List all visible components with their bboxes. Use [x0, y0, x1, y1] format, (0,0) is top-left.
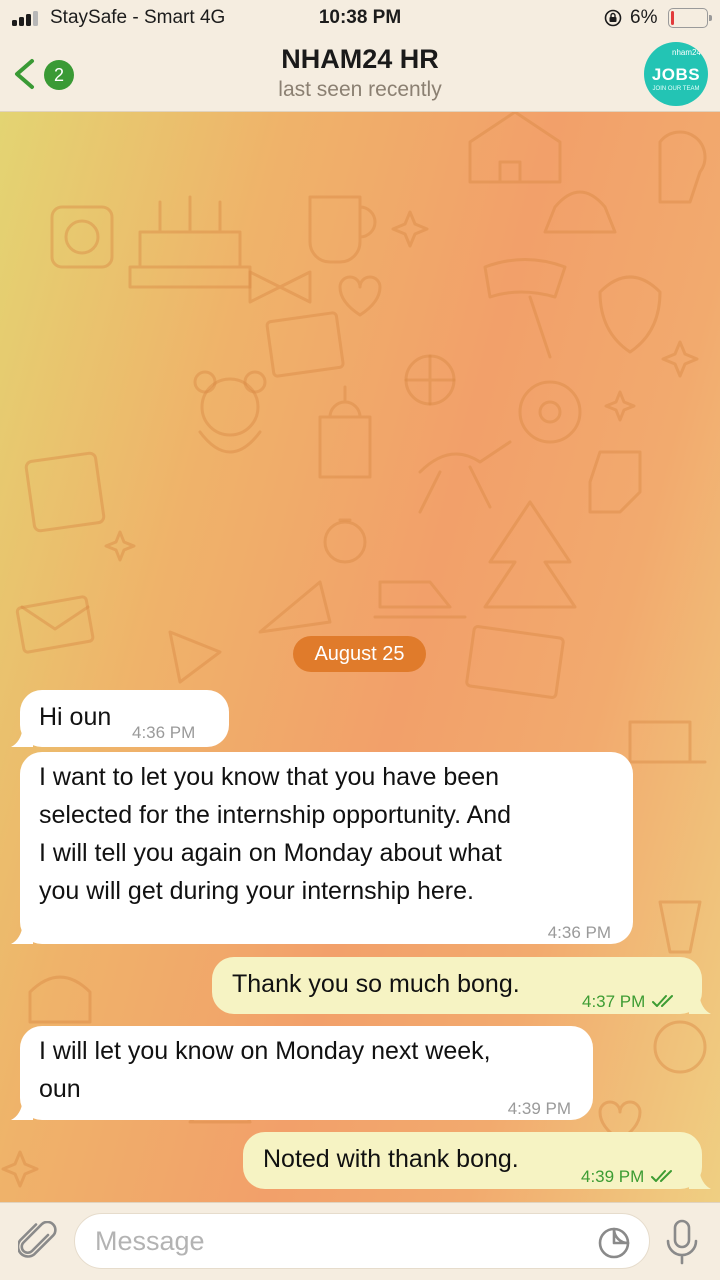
- avatar-subtext: JOIN OUR TEAM: [652, 86, 700, 92]
- message-input-bar: [0, 1202, 720, 1280]
- microphone-icon[interactable]: [664, 1219, 700, 1265]
- message-text-line: oun: [39, 1075, 81, 1103]
- message-text-line: you will get during your internship here…: [39, 877, 474, 905]
- outgoing-message[interactable]: Thank you so much bong. 4:37 PM: [212, 957, 711, 1014]
- double-check-icon: [651, 1170, 673, 1182]
- message-text-line: I want to let you know that you have bee…: [39, 763, 500, 791]
- avatar-jobs-text: JOBS: [651, 65, 701, 84]
- battery-level: [671, 11, 674, 25]
- incoming-message[interactable]: I will let you know on Monday next week,…: [11, 1026, 593, 1120]
- message-time: 4:39 PM: [581, 1167, 645, 1186]
- battery-icon: [668, 8, 712, 28]
- sticker-icon[interactable]: [597, 1226, 631, 1260]
- avatar[interactable]: nham24 JOBS JOIN OUR TEAM: [644, 42, 708, 106]
- battery-percentage: 6%: [630, 7, 658, 28]
- message-text-line: I will tell you again on Monday about wh…: [39, 839, 502, 867]
- message-time: 4:36 PM: [132, 723, 196, 742]
- message-time: 4:36 PM: [547, 923, 611, 942]
- message-time: 4:39 PM: [507, 1099, 571, 1118]
- bubble-tail: [11, 1100, 33, 1120]
- bubble-tail: [689, 994, 711, 1014]
- message-input[interactable]: [95, 1224, 575, 1258]
- message-time: 4:37 PM: [582, 992, 646, 1011]
- chat-title[interactable]: NHAM24 HR: [0, 44, 720, 75]
- bubble-tail: [689, 1169, 711, 1189]
- chat-header: 2 NHAM24 HR last seen recently nham24 JO…: [0, 36, 720, 112]
- bubble-tail: [11, 924, 33, 944]
- chat-area[interactable]: August 25 Hi oun 4:36 PM I want to let y…: [0, 112, 720, 1202]
- date-separator: August 25: [293, 636, 426, 672]
- message-field[interactable]: [74, 1213, 650, 1269]
- message-text: Thank you so much bong.: [232, 970, 520, 998]
- last-seen-status: last seen recently: [278, 78, 442, 101]
- incoming-message[interactable]: I want to let you know that you have bee…: [11, 752, 633, 944]
- message-text-line: I will let you know on Monday next week,: [39, 1037, 491, 1065]
- double-check-icon: [652, 995, 674, 1007]
- message-meta: 4:37 PM: [582, 983, 676, 1021]
- message-text: Noted with thank bong.: [263, 1145, 519, 1173]
- avatar-brand-text: nham24: [672, 48, 701, 57]
- attachment-icon[interactable]: [18, 1221, 58, 1263]
- status-bar: StaySafe - Smart 4G 10:38 PM 6%: [0, 0, 720, 36]
- incoming-message[interactable]: Hi oun 4:36 PM: [11, 690, 229, 747]
- message-text: Hi oun: [39, 703, 112, 731]
- message-text-line: selected for the internship opportunity.…: [39, 801, 512, 829]
- message-meta: 4:39 PM: [581, 1158, 675, 1196]
- bubble-tail: [11, 727, 33, 747]
- outgoing-message[interactable]: Noted with thank bong. 4:39 PM: [243, 1132, 711, 1189]
- orientation-lock-icon: [604, 9, 622, 27]
